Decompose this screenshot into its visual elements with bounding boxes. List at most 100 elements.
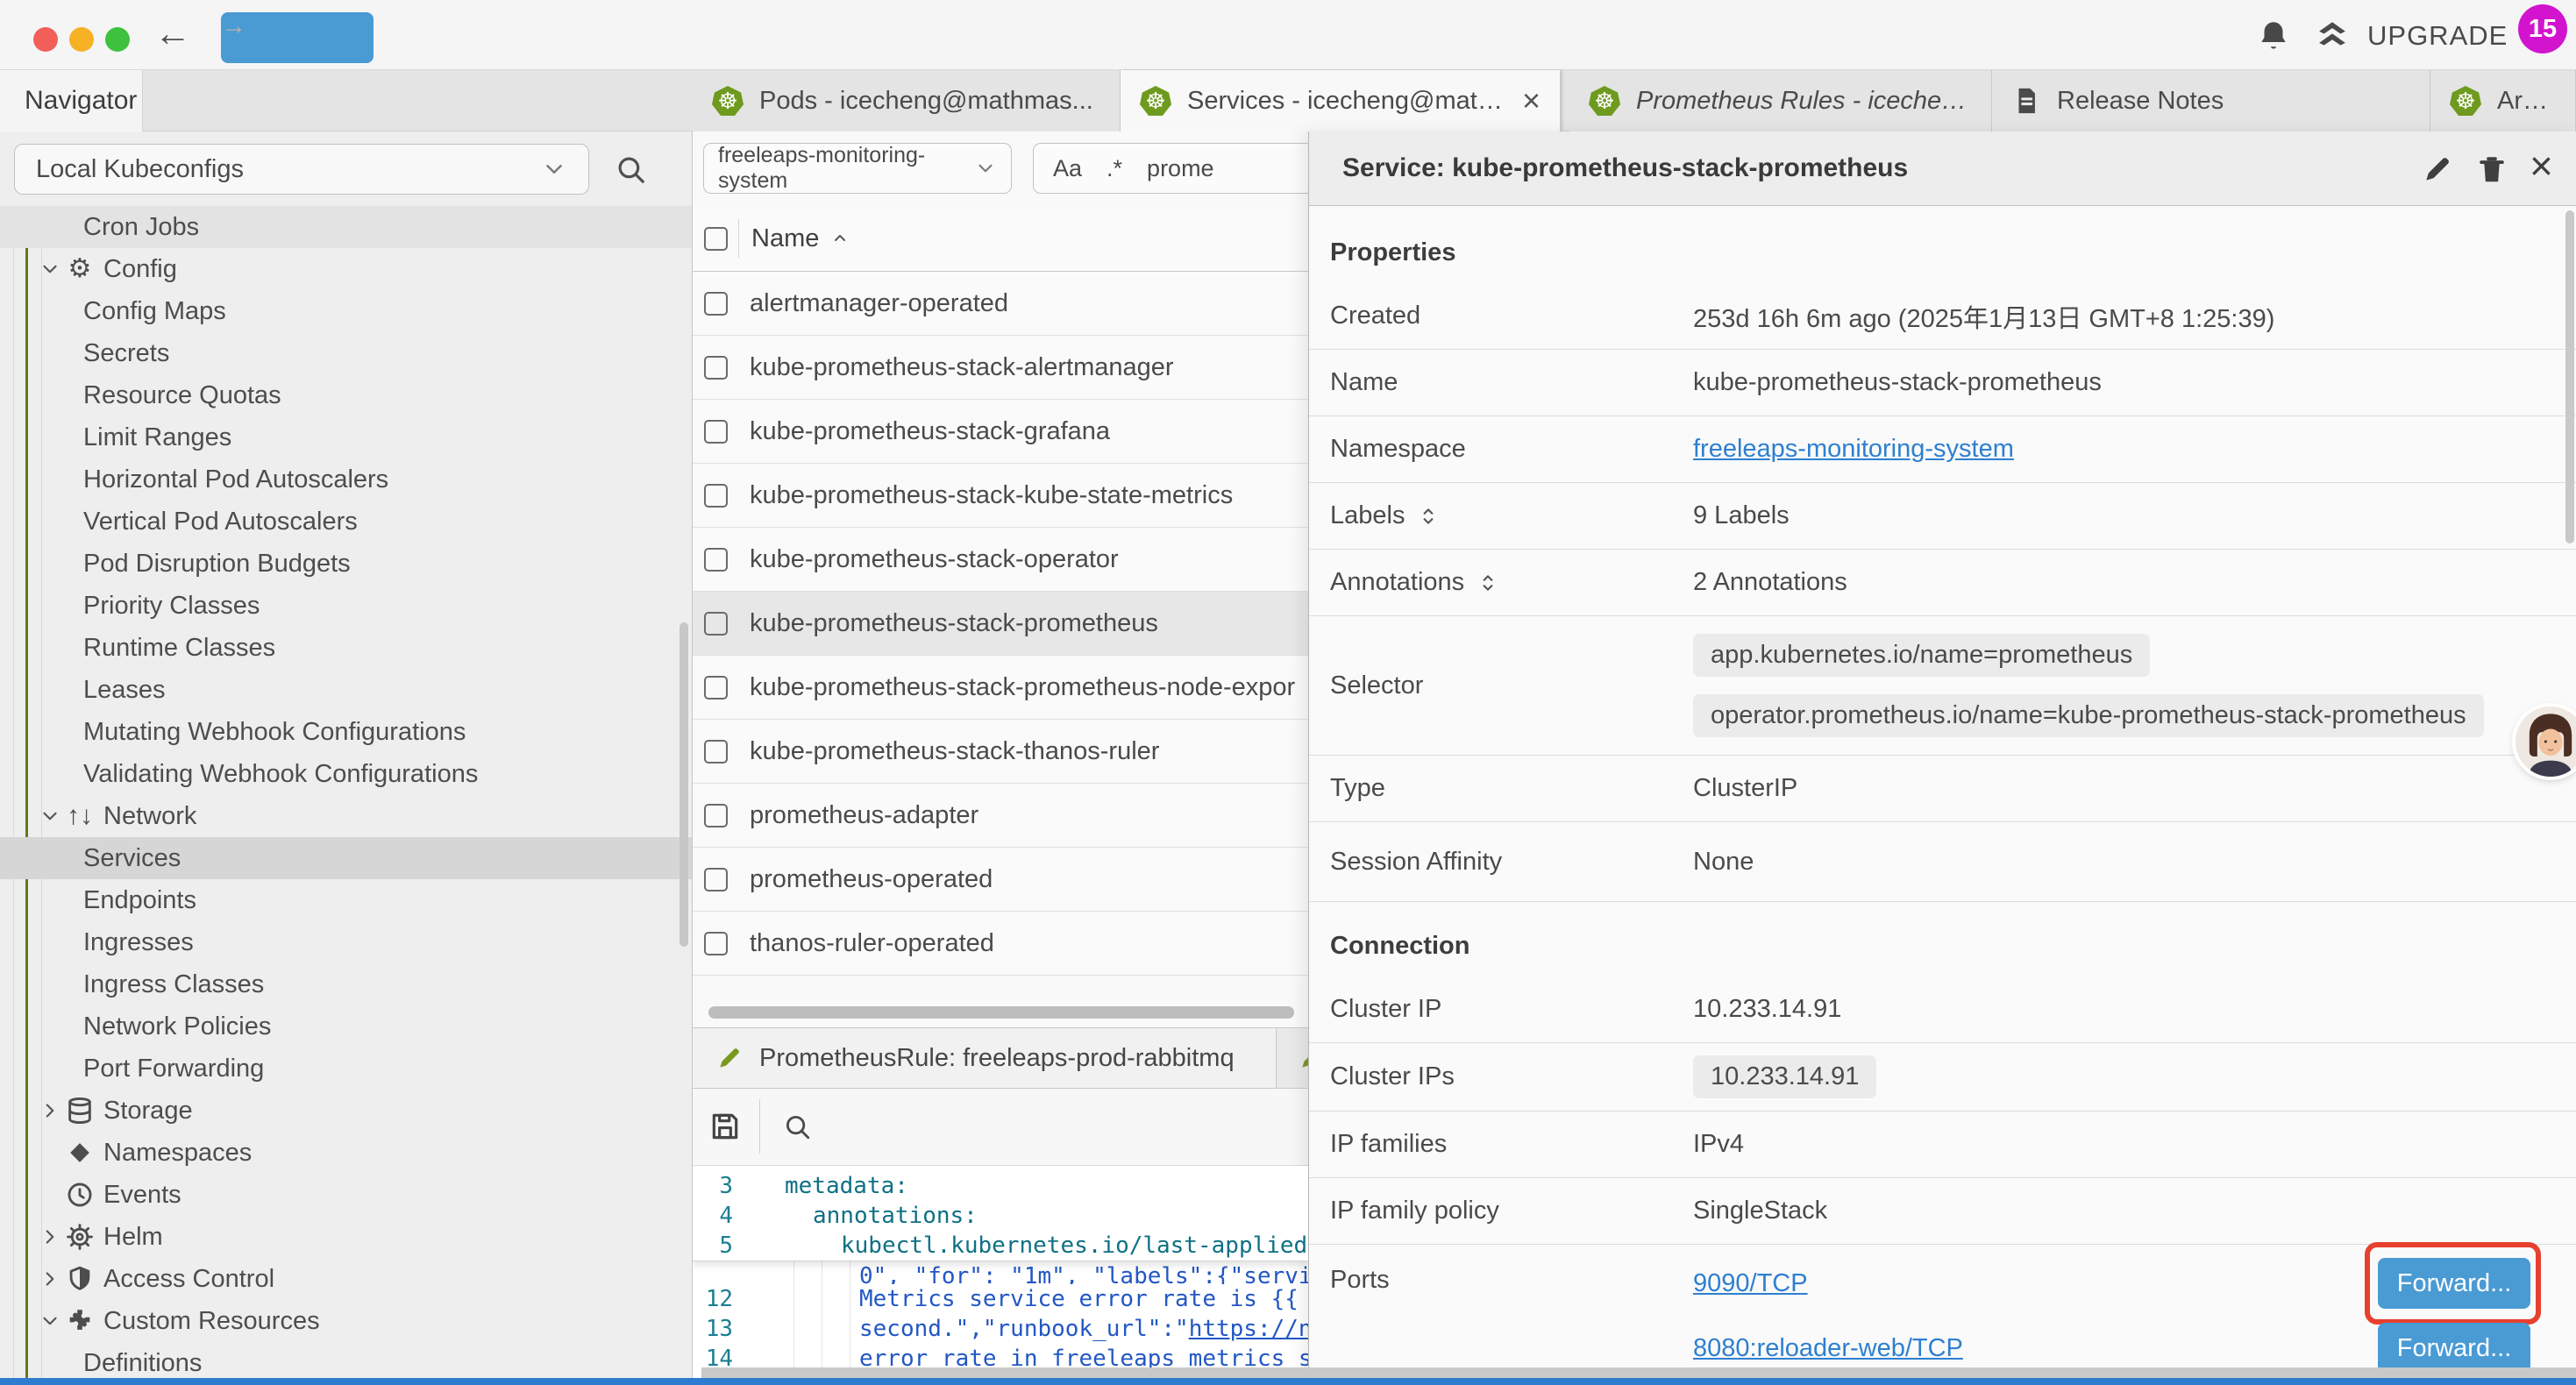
sidebar-item-ingresses[interactable]: Ingresses — [0, 921, 692, 963]
sidebar-item-leases[interactable]: Leases — [0, 669, 692, 711]
forward-arrow-icon[interactable]: → — [221, 12, 374, 63]
back-arrow-icon[interactable]: ← — [154, 12, 191, 54]
upgrade-button[interactable]: UPGRADE — [2311, 18, 2508, 54]
table-row-kube-prometheus-stack-kube-state-metrics[interactable]: kube-prometheus-stack-kube-state-metrics — [693, 464, 1308, 528]
window-horizontal-scrollbar[interactable] — [701, 1367, 2576, 1378]
row-checkbox[interactable] — [704, 484, 728, 508]
sidebar-item-helm[interactable]: Helm — [0, 1216, 692, 1258]
sidebar-item-runtime-classes[interactable]: Runtime Classes — [0, 627, 692, 669]
property-label: IP family policy — [1330, 1197, 1499, 1225]
save-icon[interactable] — [708, 1110, 742, 1143]
sidebar-item-validating-webhook-configurations[interactable]: Validating Webhook Configurations — [0, 753, 692, 795]
sidebar-search-icon[interactable] — [614, 153, 647, 186]
sidebar-item-pod-disruption-budgets[interactable]: Pod Disruption Budgets — [0, 543, 692, 585]
forward-button[interactable]: Forward... — [2378, 1323, 2530, 1374]
select-all-checkbox[interactable] — [704, 227, 728, 251]
property-row-ip-family-policy: IP family policySingleStack — [1309, 1178, 2576, 1245]
row-checkbox[interactable] — [704, 292, 728, 316]
kubernetes-icon: ☸ — [1140, 86, 1171, 116]
tab-argo-se[interactable]: ☸Argo Se — [2430, 70, 2576, 131]
sort-ascending-icon[interactable] — [829, 228, 850, 249]
sidebar-item-services[interactable]: Services — [0, 837, 692, 879]
sidebar-item-storage[interactable]: Storage — [0, 1090, 692, 1132]
table-row-kube-prometheus-stack-prometheus-node-expor[interactable]: kube-prometheus-stack-prometheus-node-ex… — [693, 656, 1308, 720]
pencil-icon — [715, 1044, 744, 1072]
port-link[interactable]: 9090/TCP — [1693, 1269, 1808, 1298]
tab-navigator[interactable]: Navigator — [0, 70, 143, 131]
close-tab-icon[interactable]: × — [1522, 82, 1541, 119]
table-row-prometheus-adapter[interactable]: prometheus-adapter — [693, 784, 1308, 848]
sidebar-item-namespaces[interactable]: Namespaces — [0, 1132, 692, 1174]
tab-services-icecheng-math[interactable]: ☸Services - icecheng@math...× — [1121, 70, 1561, 131]
sidebar-item-mutating-webhook-configurations[interactable]: Mutating Webhook Configurations — [0, 711, 692, 753]
tab-release-notes[interactable]: Release Notes — [1992, 70, 2430, 131]
port-link[interactable]: 8080:reloader-web/TCP — [1693, 1334, 1963, 1363]
sidebar-item-config-maps[interactable]: Config Maps — [0, 290, 692, 332]
sidebar-item-port-forwarding[interactable]: Port Forwarding — [0, 1048, 692, 1090]
namespace-link[interactable]: freeleaps-monitoring-system — [1693, 435, 2014, 464]
panel-scrollbar[interactable] — [2565, 210, 2574, 543]
table-horizontal-scrollbar[interactable] — [708, 1006, 1294, 1019]
table-row-kube-prometheus-stack-alertmanager[interactable]: kube-prometheus-stack-alertmanager — [693, 336, 1308, 400]
row-checkbox[interactable] — [704, 548, 728, 572]
trash-icon[interactable] — [2475, 153, 2508, 186]
notification-badge[interactable]: 15 — [2518, 4, 2567, 53]
sidebar-scrollbar[interactable] — [680, 622, 688, 947]
row-checkbox[interactable] — [704, 356, 728, 380]
regex-toggle[interactable]: .* — [1107, 155, 1122, 182]
row-checkbox[interactable] — [704, 740, 728, 764]
sidebar-item-resource-quotas[interactable]: Resource Quotas — [0, 374, 692, 416]
sidebar-item-horizontal-pod-autoscalers[interactable]: Horizontal Pod Autoscalers — [0, 458, 692, 501]
table-row-thanos-ruler-operated[interactable]: thanos-ruler-operated — [693, 912, 1308, 976]
row-checkbox[interactable] — [704, 868, 728, 891]
editor-tab-next[interactable] — [1278, 1028, 1308, 1088]
match-case-toggle[interactable]: Aa — [1053, 155, 1082, 182]
edit-icon[interactable] — [2421, 153, 2454, 186]
editor-search-icon[interactable] — [782, 1112, 812, 1141]
window-close-button[interactable] — [33, 27, 58, 52]
editor-tab-prometheusrule[interactable]: PrometheusRule: freeleaps-prod-rabbitmq — [693, 1028, 1277, 1088]
table-row-prometheus-operated[interactable]: prometheus-operated — [693, 848, 1308, 912]
sidebar-item-cron-jobs[interactable]: Cron Jobs — [0, 206, 692, 248]
table-row-kube-prometheus-stack-thanos-ruler[interactable]: kube-prometheus-stack-thanos-ruler — [693, 720, 1308, 784]
sidebar-item-events[interactable]: Events — [0, 1174, 692, 1216]
property-row-namespace: Namespacefreeleaps-monitoring-system — [1309, 416, 2576, 483]
sidebar-item-priority-classes[interactable]: Priority Classes — [0, 585, 692, 627]
row-checkbox[interactable] — [704, 676, 728, 700]
kubeconfig-select[interactable]: Local Kubeconfigs — [14, 144, 589, 195]
close-icon[interactable]: × — [2530, 142, 2553, 189]
row-checkbox[interactable] — [704, 932, 728, 955]
sidebar-item-custom-resources[interactable]: Custom Resources — [0, 1300, 692, 1342]
property-row-created: Created253d 16h 6m ago (2025年1月13日 GMT+8… — [1309, 283, 2576, 350]
table-row-alertmanager-operated[interactable]: alertmanager-operated — [693, 272, 1308, 336]
forward-button[interactable]: Forward... — [2378, 1258, 2530, 1309]
window-zoom-button[interactable] — [105, 27, 130, 52]
yaml-editor[interactable]: 3metadata:4annotations:5kubectl.kubernet… — [693, 1166, 1308, 1385]
table-row-kube-prometheus-stack-grafana[interactable]: kube-prometheus-stack-grafana — [693, 400, 1308, 464]
sidebar-item-config[interactable]: ⚙Config — [0, 248, 692, 290]
sidebar-item-ingress-classes[interactable]: Ingress Classes — [0, 963, 692, 1005]
sidebar-item-secrets[interactable]: Secrets — [0, 332, 692, 374]
table-header: Name — [693, 206, 1308, 272]
row-checkbox[interactable] — [704, 612, 728, 636]
window-minimize-button[interactable] — [69, 27, 94, 52]
sidebar-item-network[interactable]: ↑↓Network — [0, 795, 692, 837]
sidebar-item-access-control[interactable]: Access Control — [0, 1258, 692, 1300]
name-column-header[interactable]: Name — [751, 224, 819, 253]
tab-pods-icecheng-mathmas[interactable]: ☸Pods - icecheng@mathmas... — [693, 70, 1121, 131]
row-checkbox[interactable] — [704, 420, 728, 444]
table-search-input[interactable]: Aa .* prome — [1033, 143, 1308, 194]
sidebar-item-network-policies[interactable]: Network Policies — [0, 1005, 692, 1048]
sidebar-item-limit-ranges[interactable]: Limit Ranges — [0, 416, 692, 458]
line-number: 4 — [693, 1201, 745, 1231]
table-row-kube-prometheus-stack-prometheus[interactable]: kube-prometheus-stack-prometheus — [693, 592, 1308, 656]
table-row-kube-prometheus-stack-operator[interactable]: kube-prometheus-stack-operator — [693, 528, 1308, 592]
namespace-filter-select[interactable]: freeleaps-monitoring-system — [703, 143, 1012, 194]
service-name: kube-prometheus-stack-grafana — [750, 417, 1110, 446]
sidebar-item-endpoints[interactable]: Endpoints — [0, 879, 692, 921]
row-checkbox[interactable] — [704, 804, 728, 827]
bell-icon[interactable] — [2255, 18, 2292, 54]
tab-prometheus-rules-icecheng[interactable]: ☸Prometheus Rules - icecheng... — [1569, 70, 1992, 131]
sidebar-item-vertical-pod-autoscalers[interactable]: Vertical Pod Autoscalers — [0, 501, 692, 543]
code-link[interactable]: https://net — [1189, 1316, 1308, 1342]
